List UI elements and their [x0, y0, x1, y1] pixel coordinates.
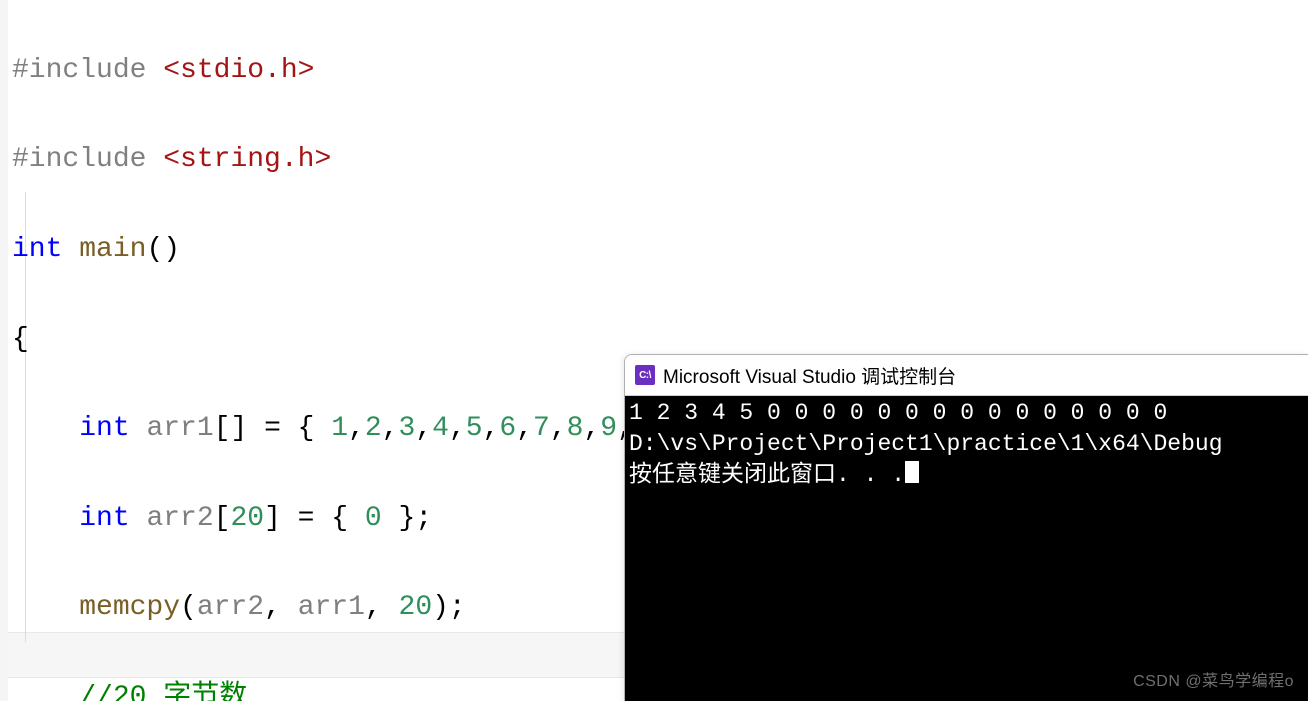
keyword: int	[12, 234, 62, 265]
preprocessor: #include	[12, 55, 146, 86]
preprocessor: #include	[12, 144, 146, 175]
console-titlebar[interactable]: C:\ Microsoft Visual Studio 调试控制台	[625, 355, 1308, 396]
console-line: 按任意键关闭此窗口. . .	[629, 462, 905, 488]
code-line[interactable]: #include <string.h>	[12, 138, 1308, 183]
console-line: D:\vs\Project\Project1\practice\1\x64\De…	[629, 431, 1223, 457]
header-name: <string.h>	[163, 144, 331, 175]
header-name: <stdio.h>	[163, 55, 314, 86]
code-line[interactable]: #include <stdio.h>	[12, 49, 1308, 94]
console-app-icon: C:\	[635, 365, 655, 385]
console-output[interactable]: 1 2 3 4 5 0 0 0 0 0 0 0 0 0 0 0 0 0 0 0 …	[625, 396, 1308, 701]
console-line: 1 2 3 4 5 0 0 0 0 0 0 0 0 0 0 0 0 0 0 0	[629, 400, 1167, 426]
console-title: Microsoft Visual Studio 调试控制台	[663, 362, 956, 389]
function-name: main	[62, 234, 146, 265]
cursor-icon	[905, 461, 919, 483]
code-line[interactable]: int main()	[12, 228, 1308, 273]
debug-console-window[interactable]: C:\ Microsoft Visual Studio 调试控制台 1 2 3 …	[624, 354, 1308, 701]
comment: //20 字节数	[79, 682, 247, 701]
